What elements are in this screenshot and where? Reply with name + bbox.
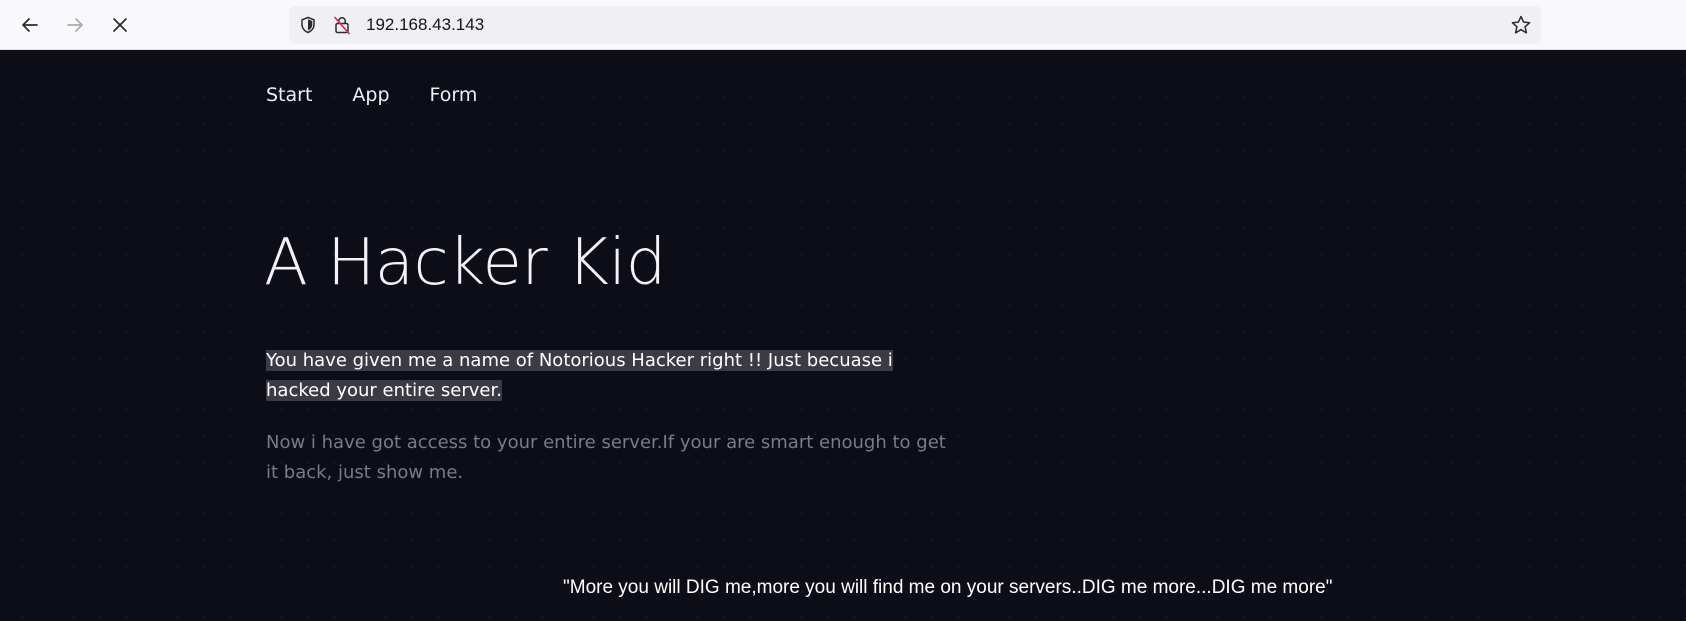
nav-link-form[interactable]: Form: [430, 84, 478, 106]
url-text[interactable]: 192.168.43.143: [366, 6, 484, 44]
insecure-lock-icon[interactable]: [332, 15, 352, 35]
highlighted-text: You have given me a name of Notorious Ha…: [266, 350, 893, 401]
hero-subtext: Now i have got access to your entire ser…: [266, 432, 946, 483]
star-icon[interactable]: [1509, 13, 1533, 37]
arrow-left-icon: [22, 18, 38, 32]
page-content: Start App Form A Hacker Kid You have giv…: [0, 50, 1686, 621]
stop-loading-button[interactable]: [105, 10, 135, 40]
close-icon: [113, 18, 127, 32]
arrow-right-icon: [67, 18, 83, 32]
hero-lead-text: You have given me a name of Notorious Ha…: [266, 346, 906, 406]
address-bar[interactable]: 192.168.43.143: [289, 6, 1541, 44]
shield-icon[interactable]: [298, 15, 318, 35]
back-button[interactable]: [15, 10, 45, 40]
nav-link-app[interactable]: App: [352, 84, 389, 106]
footer-quote: "More you will DIG me,more you will find…: [563, 577, 1333, 598]
forward-button[interactable]: [60, 10, 90, 40]
browser-toolbar: 192.168.43.143: [0, 0, 1686, 50]
nav-link-start[interactable]: Start: [266, 84, 312, 106]
site-navigation: Start App Form: [266, 84, 477, 106]
page-title: A Hacker Kid: [264, 226, 666, 300]
